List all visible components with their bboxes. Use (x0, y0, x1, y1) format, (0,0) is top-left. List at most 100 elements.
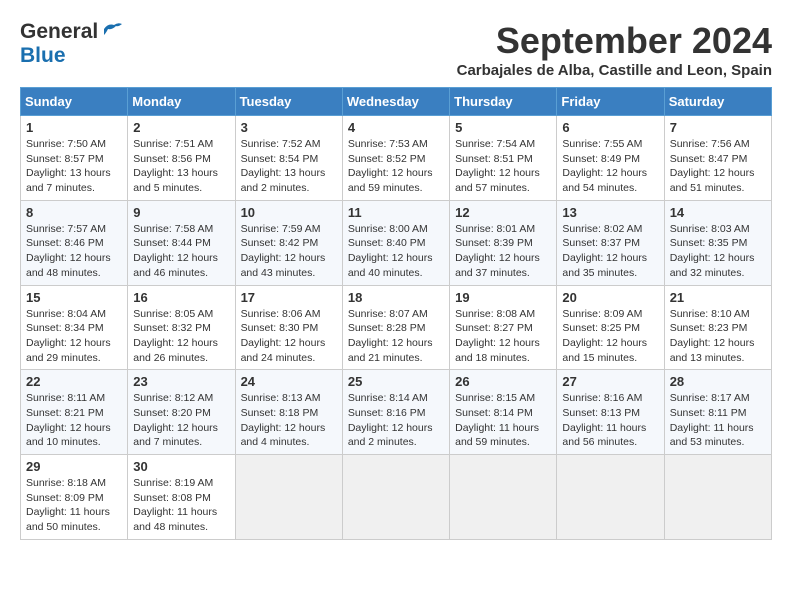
calendar-cell: 22 Sunrise: 8:11 AMSunset: 8:21 PMDaylig… (21, 370, 128, 455)
day-info: Sunrise: 8:01 AMSunset: 8:39 PMDaylight:… (455, 223, 540, 279)
day-info: Sunrise: 8:17 AMSunset: 8:11 PMDaylight:… (670, 392, 754, 448)
day-info: Sunrise: 8:03 AMSunset: 8:35 PMDaylight:… (670, 223, 755, 279)
day-info: Sunrise: 8:14 AMSunset: 8:16 PMDaylight:… (348, 392, 433, 448)
day-info: Sunrise: 8:13 AMSunset: 8:18 PMDaylight:… (241, 392, 326, 448)
logo-bird-icon (100, 21, 122, 39)
calendar-cell: 7 Sunrise: 7:56 AMSunset: 8:47 PMDayligh… (664, 116, 771, 201)
day-info: Sunrise: 7:57 AMSunset: 8:46 PMDaylight:… (26, 223, 111, 279)
day-number: 14 (670, 205, 766, 220)
calendar-cell: 8 Sunrise: 7:57 AMSunset: 8:46 PMDayligh… (21, 200, 128, 285)
calendar-cell (664, 455, 771, 540)
weekday-header-wednesday: Wednesday (342, 88, 449, 116)
calendar-cell: 11 Sunrise: 8:00 AMSunset: 8:40 PMDaylig… (342, 200, 449, 285)
calendar-cell: 12 Sunrise: 8:01 AMSunset: 8:39 PMDaylig… (450, 200, 557, 285)
day-number: 16 (133, 290, 229, 305)
day-info: Sunrise: 7:59 AMSunset: 8:42 PMDaylight:… (241, 223, 326, 279)
day-info: Sunrise: 8:02 AMSunset: 8:37 PMDaylight:… (562, 223, 647, 279)
weekday-header-monday: Monday (128, 88, 235, 116)
title-area: September 2024 Carbajales de Alba, Casti… (457, 20, 772, 79)
day-info: Sunrise: 7:58 AMSunset: 8:44 PMDaylight:… (133, 223, 218, 279)
weekday-header-sunday: Sunday (21, 88, 128, 116)
calendar-cell: 23 Sunrise: 8:12 AMSunset: 8:20 PMDaylig… (128, 370, 235, 455)
day-info: Sunrise: 8:10 AMSunset: 8:23 PMDaylight:… (670, 308, 755, 364)
day-number: 28 (670, 374, 766, 389)
day-number: 9 (133, 205, 229, 220)
logo-general-text: General (20, 20, 98, 44)
day-number: 17 (241, 290, 337, 305)
day-number: 8 (26, 205, 122, 220)
calendar-cell (450, 455, 557, 540)
day-info: Sunrise: 8:16 AMSunset: 8:13 PMDaylight:… (562, 392, 646, 448)
day-number: 26 (455, 374, 551, 389)
day-number: 18 (348, 290, 444, 305)
calendar-cell (235, 455, 342, 540)
day-info: Sunrise: 8:00 AMSunset: 8:40 PMDaylight:… (348, 223, 433, 279)
calendar-cell: 3 Sunrise: 7:52 AMSunset: 8:54 PMDayligh… (235, 116, 342, 201)
calendar-cell: 5 Sunrise: 7:54 AMSunset: 8:51 PMDayligh… (450, 116, 557, 201)
weekday-header-saturday: Saturday (664, 88, 771, 116)
calendar-cell: 4 Sunrise: 7:53 AMSunset: 8:52 PMDayligh… (342, 116, 449, 201)
day-info: Sunrise: 7:52 AMSunset: 8:54 PMDaylight:… (241, 138, 326, 194)
calendar-table: SundayMondayTuesdayWednesdayThursdayFrid… (20, 87, 772, 540)
calendar-cell: 27 Sunrise: 8:16 AMSunset: 8:13 PMDaylig… (557, 370, 664, 455)
calendar-cell: 18 Sunrise: 8:07 AMSunset: 8:28 PMDaylig… (342, 285, 449, 370)
day-number: 30 (133, 459, 229, 474)
day-info: Sunrise: 8:06 AMSunset: 8:30 PMDaylight:… (241, 308, 326, 364)
calendar-cell: 6 Sunrise: 7:55 AMSunset: 8:49 PMDayligh… (557, 116, 664, 201)
calendar-cell: 1 Sunrise: 7:50 AMSunset: 8:57 PMDayligh… (21, 116, 128, 201)
calendar-cell: 9 Sunrise: 7:58 AMSunset: 8:44 PMDayligh… (128, 200, 235, 285)
day-number: 22 (26, 374, 122, 389)
calendar-week-4: 22 Sunrise: 8:11 AMSunset: 8:21 PMDaylig… (21, 370, 772, 455)
day-number: 4 (348, 120, 444, 135)
logo-blue-text: Blue (20, 44, 66, 67)
calendar-cell: 14 Sunrise: 8:03 AMSunset: 8:35 PMDaylig… (664, 200, 771, 285)
day-info: Sunrise: 8:12 AMSunset: 8:20 PMDaylight:… (133, 392, 218, 448)
weekday-header-thursday: Thursday (450, 88, 557, 116)
calendar-cell: 2 Sunrise: 7:51 AMSunset: 8:56 PMDayligh… (128, 116, 235, 201)
logo: General Blue (20, 20, 122, 68)
day-number: 19 (455, 290, 551, 305)
calendar-cell: 24 Sunrise: 8:13 AMSunset: 8:18 PMDaylig… (235, 370, 342, 455)
calendar-cell: 26 Sunrise: 8:15 AMSunset: 8:14 PMDaylig… (450, 370, 557, 455)
calendar-week-1: 1 Sunrise: 7:50 AMSunset: 8:57 PMDayligh… (21, 116, 772, 201)
day-info: Sunrise: 8:05 AMSunset: 8:32 PMDaylight:… (133, 308, 218, 364)
day-info: Sunrise: 8:04 AMSunset: 8:34 PMDaylight:… (26, 308, 111, 364)
day-number: 20 (562, 290, 658, 305)
calendar-cell: 25 Sunrise: 8:14 AMSunset: 8:16 PMDaylig… (342, 370, 449, 455)
day-info: Sunrise: 8:15 AMSunset: 8:14 PMDaylight:… (455, 392, 539, 448)
day-number: 27 (562, 374, 658, 389)
calendar-week-2: 8 Sunrise: 7:57 AMSunset: 8:46 PMDayligh… (21, 200, 772, 285)
day-info: Sunrise: 8:08 AMSunset: 8:27 PMDaylight:… (455, 308, 540, 364)
calendar-cell: 17 Sunrise: 8:06 AMSunset: 8:30 PMDaylig… (235, 285, 342, 370)
day-number: 1 (26, 120, 122, 135)
calendar-cell: 20 Sunrise: 8:09 AMSunset: 8:25 PMDaylig… (557, 285, 664, 370)
calendar-cell: 28 Sunrise: 8:17 AMSunset: 8:11 PMDaylig… (664, 370, 771, 455)
day-number: 11 (348, 205, 444, 220)
calendar-cell (557, 455, 664, 540)
page-header: General Blue September 2024 Carbajales d… (20, 20, 772, 79)
location-subtitle: Carbajales de Alba, Castille and Leon, S… (457, 62, 772, 79)
day-number: 29 (26, 459, 122, 474)
weekday-header-tuesday: Tuesday (235, 88, 342, 116)
weekday-header-row: SundayMondayTuesdayWednesdayThursdayFrid… (21, 88, 772, 116)
calendar-cell: 13 Sunrise: 8:02 AMSunset: 8:37 PMDaylig… (557, 200, 664, 285)
day-number: 25 (348, 374, 444, 389)
day-number: 2 (133, 120, 229, 135)
calendar-cell (342, 455, 449, 540)
calendar-cell: 29 Sunrise: 8:18 AMSunset: 8:09 PMDaylig… (21, 455, 128, 540)
day-info: Sunrise: 8:09 AMSunset: 8:25 PMDaylight:… (562, 308, 647, 364)
day-info: Sunrise: 7:54 AMSunset: 8:51 PMDaylight:… (455, 138, 540, 194)
day-number: 24 (241, 374, 337, 389)
calendar-cell: 21 Sunrise: 8:10 AMSunset: 8:23 PMDaylig… (664, 285, 771, 370)
day-info: Sunrise: 7:56 AMSunset: 8:47 PMDaylight:… (670, 138, 755, 194)
day-info: Sunrise: 8:19 AMSunset: 8:08 PMDaylight:… (133, 477, 217, 533)
calendar-cell: 10 Sunrise: 7:59 AMSunset: 8:42 PMDaylig… (235, 200, 342, 285)
day-number: 12 (455, 205, 551, 220)
day-info: Sunrise: 7:55 AMSunset: 8:49 PMDaylight:… (562, 138, 647, 194)
weekday-header-friday: Friday (557, 88, 664, 116)
day-number: 7 (670, 120, 766, 135)
day-info: Sunrise: 8:11 AMSunset: 8:21 PMDaylight:… (26, 392, 111, 448)
day-number: 3 (241, 120, 337, 135)
calendar-cell: 15 Sunrise: 8:04 AMSunset: 8:34 PMDaylig… (21, 285, 128, 370)
calendar-cell: 30 Sunrise: 8:19 AMSunset: 8:08 PMDaylig… (128, 455, 235, 540)
